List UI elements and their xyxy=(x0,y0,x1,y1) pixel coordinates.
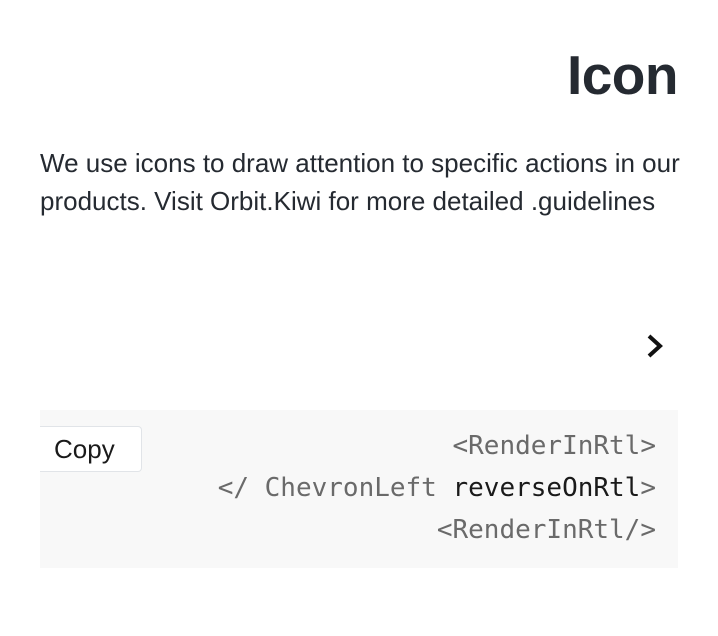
copy-button[interactable]: Copy xyxy=(40,426,142,472)
code-line-component: </ ChevronLeft reverseOnRtl> xyxy=(218,467,656,509)
page-description: We use icons to draw attention to specif… xyxy=(40,148,680,216)
code-component-tag: </ ChevronLeft xyxy=(217,473,453,503)
code-line-open-tag: <RenderInRtl> xyxy=(452,431,657,461)
code-line-close-tag: <RenderInRtl/> xyxy=(436,515,656,545)
code-example: Copy <RenderInRtl> </ ChevronLeft revers… xyxy=(40,410,678,568)
chevron-right-icon xyxy=(647,334,663,358)
page-title: Icon xyxy=(566,44,679,106)
code-tag-close: > xyxy=(640,473,656,503)
code-attribute: reverseOnRtl xyxy=(452,473,641,503)
